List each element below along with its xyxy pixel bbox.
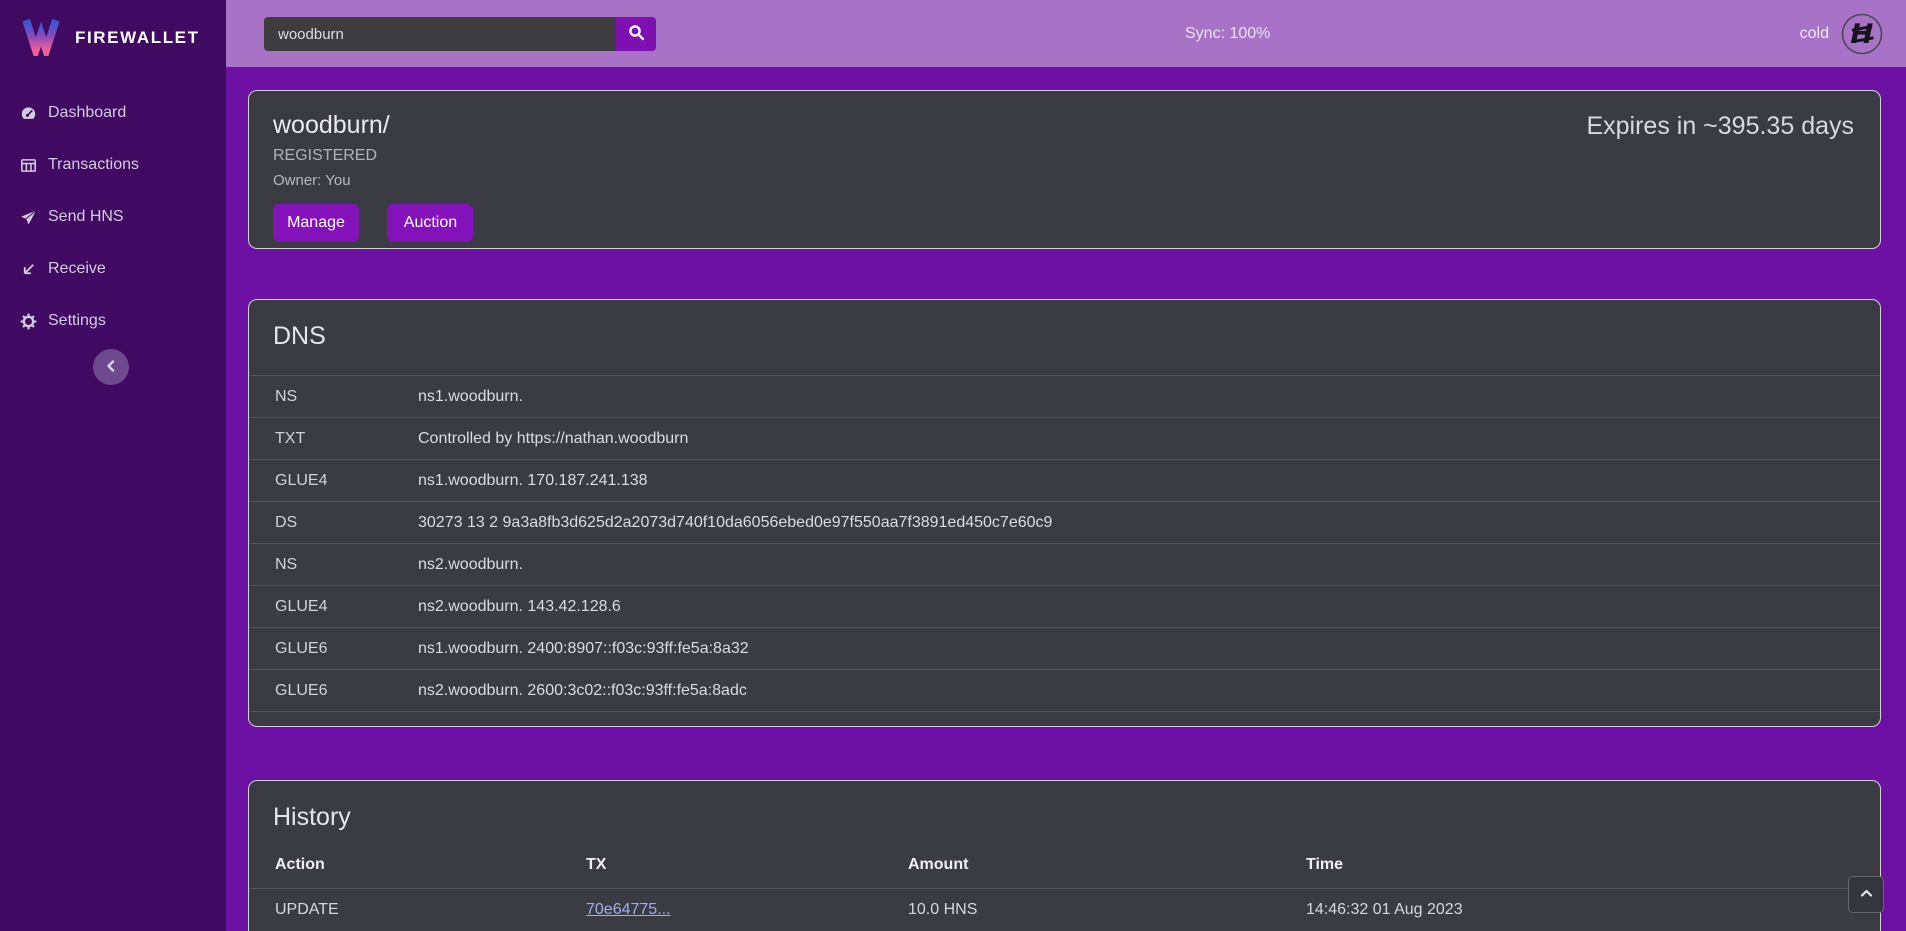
dns-record-value: ns1.woodburn. 170.187.241.138 xyxy=(418,472,648,490)
domain-status: REGISTERED xyxy=(273,147,1856,165)
history-row: UPDATE 70e64775... 10.0 HNS 14:46:32 01 … xyxy=(249,889,1880,931)
table-icon xyxy=(20,157,37,174)
sidebar-item-label: Send HNS xyxy=(48,208,124,226)
firewallet-logo-icon xyxy=(20,14,62,61)
dns-records-table: NS ns1.woodburn. TXT Controlled by https… xyxy=(249,375,1880,712)
arrow-down-left-icon xyxy=(20,261,37,278)
search-input[interactable] xyxy=(264,17,616,51)
handshake-logo-icon[interactable]: H xyxy=(1840,12,1884,56)
svg-text:H: H xyxy=(1847,19,1876,50)
dns-record-value: Controlled by https://nathan.woodburn xyxy=(418,430,688,448)
dns-card: DNS NS ns1.woodburn. TXT Controlled by h… xyxy=(248,299,1881,727)
dns-record-type: GLUE4 xyxy=(249,598,418,616)
search-icon xyxy=(628,24,645,44)
chevron-up-icon xyxy=(1860,887,1873,903)
domain-owner: Owner: You xyxy=(273,172,1856,189)
sidebar: FIREWALLET Dashboard Transactions Send H… xyxy=(0,0,226,931)
sync-status: Sync: 100% xyxy=(1185,0,1270,67)
sidebar-item-send-hns[interactable]: Send HNS xyxy=(0,191,226,243)
dns-record-type: TXT xyxy=(249,430,418,448)
sidebar-item-receive[interactable]: Receive xyxy=(0,243,226,295)
sidebar-item-label: Dashboard xyxy=(48,104,126,122)
tx-link[interactable]: 70e64775... xyxy=(586,901,671,918)
dns-record-value: 30273 13 2 9a3a8fb3d625d2a2073d740f10da6… xyxy=(418,514,1052,532)
dashboard-icon xyxy=(20,105,37,122)
history-card-title: History xyxy=(249,799,1880,832)
app-window: FIREWALLET Dashboard Transactions Send H… xyxy=(0,0,1906,931)
dns-record-row: TXT Controlled by https://nathan.woodbur… xyxy=(249,418,1880,460)
dns-record-row: GLUE4 ns2.woodburn. 143.42.128.6 xyxy=(249,586,1880,628)
dns-record-value: ns2.woodburn. xyxy=(418,556,523,574)
dns-card-title: DNS xyxy=(249,318,1880,351)
dns-record-type: DS xyxy=(249,514,418,532)
history-col-tx: TX xyxy=(586,856,908,874)
history-action: UPDATE xyxy=(249,901,586,919)
expiry-label: Expires in ~395.35 days xyxy=(1586,112,1854,141)
dns-record-type: NS xyxy=(249,388,418,406)
history-amount: 10.0 HNS xyxy=(908,901,1306,919)
dns-record-value: ns1.woodburn. 2400:8907::f03c:93ff:fe5a:… xyxy=(418,640,749,658)
wallet-name: cold xyxy=(1800,25,1829,43)
gear-icon xyxy=(20,313,37,330)
brand-logo-row[interactable]: FIREWALLET xyxy=(0,0,226,61)
dns-record-type: GLUE6 xyxy=(249,682,418,700)
paper-plane-icon xyxy=(20,209,37,226)
history-card: History Action TX Amount Time UPDATE 70e… xyxy=(248,780,1881,931)
dns-record-row: NS ns2.woodburn. xyxy=(249,544,1880,586)
sidebar-item-label: Settings xyxy=(48,312,106,330)
chevron-left-icon xyxy=(105,360,117,375)
dns-record-type: NS xyxy=(249,556,418,574)
history-time: 14:46:32 01 Aug 2023 xyxy=(1306,901,1880,919)
sidebar-item-dashboard[interactable]: Dashboard xyxy=(0,87,226,139)
scroll-to-top-button[interactable] xyxy=(1848,876,1884,913)
dns-record-type: GLUE4 xyxy=(249,472,418,490)
dns-record-row: GLUE6 ns1.woodburn. 2400:8907::f03c:93ff… xyxy=(249,628,1880,670)
search-button[interactable] xyxy=(616,17,656,51)
auction-button[interactable]: Auction xyxy=(387,204,473,242)
dns-record-type: GLUE6 xyxy=(249,640,418,658)
sidebar-item-label: Receive xyxy=(48,260,106,278)
dns-record-value: ns2.woodburn. 143.42.128.6 xyxy=(418,598,621,616)
top-header: Sync: 100% cold H xyxy=(226,0,1906,67)
search-bar xyxy=(264,17,656,51)
dns-record-row: NS ns1.woodburn. xyxy=(249,376,1880,418)
history-header-row: Action TX Amount Time xyxy=(249,842,1880,889)
dns-record-row: GLUE6 ns2.woodburn. 2600:3c02::f03c:93ff… xyxy=(249,670,1880,712)
dns-record-row: DS 30273 13 2 9a3a8fb3d625d2a2073d740f10… xyxy=(249,502,1880,544)
history-col-amount: Amount xyxy=(908,856,1306,874)
domain-summary-card: woodburn/ REGISTERED Owner: You Manage A… xyxy=(248,90,1881,249)
dns-record-value: ns1.woodburn. xyxy=(418,388,523,406)
dns-record-row: GLUE4 ns1.woodburn. 170.187.241.138 xyxy=(249,460,1880,502)
manage-button[interactable]: Manage xyxy=(273,204,359,242)
sidebar-nav: Dashboard Transactions Send HNS Receive xyxy=(0,61,226,347)
history-col-action: Action xyxy=(249,856,586,874)
dns-record-value: ns2.woodburn. 2600:3c02::f03c:93ff:fe5a:… xyxy=(418,682,747,700)
sidebar-collapse-button[interactable] xyxy=(93,349,129,385)
sidebar-item-transactions[interactable]: Transactions xyxy=(0,139,226,191)
brand-name: FIREWALLET xyxy=(75,28,200,48)
wallet-switcher: cold H xyxy=(1800,0,1884,67)
history-col-time: Time xyxy=(1306,856,1880,874)
sidebar-item-settings[interactable]: Settings xyxy=(0,295,226,347)
sidebar-item-label: Transactions xyxy=(48,156,139,174)
